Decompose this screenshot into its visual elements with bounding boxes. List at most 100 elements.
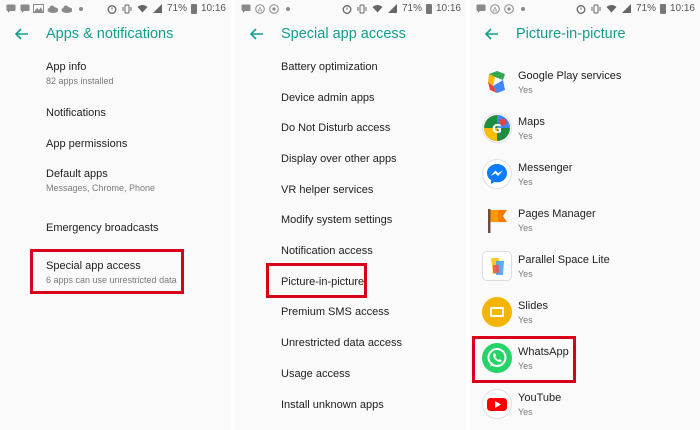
page-title: Special app access — [281, 25, 406, 42]
back-arrow-icon — [15, 27, 28, 40]
access-vr-helper-services[interactable]: VR helper services — [281, 184, 373, 196]
app-item-pages-manager[interactable]: Pages Manager Yes — [482, 201, 692, 239]
app-status: Yes — [518, 406, 533, 417]
app-status: Yes — [518, 268, 533, 279]
more-notifications-icon — [282, 4, 293, 14]
accessibility-icon: A — [254, 3, 265, 14]
access-notification-access[interactable]: Notification access — [281, 245, 373, 257]
setting-title: Notifications — [46, 107, 106, 119]
cloud-icon — [47, 4, 58, 14]
access-usage-access[interactable]: Usage access — [281, 368, 350, 380]
wifi-icon — [606, 4, 617, 14]
messenger-icon — [482, 159, 512, 189]
app-item-messenger[interactable]: Messenger Yes — [482, 155, 692, 193]
wifi-icon — [372, 4, 383, 14]
status-bar: A 71% 10:16 — [470, 0, 700, 17]
app-item-whatsapp[interactable]: WhatsApp Yes — [482, 339, 692, 377]
android-icon — [503, 3, 514, 14]
whatsapp-icon — [482, 343, 512, 373]
app-name: Parallel Space Lite — [518, 253, 610, 266]
setting-subtitle: Messages, Chrome, Phone — [46, 183, 156, 193]
battery-percent: 71% — [401, 3, 422, 14]
app-item-google-play-services[interactable]: Google Play services Yes — [482, 63, 692, 101]
access-picture-in-picture[interactable]: Picture-in-picture — [281, 276, 364, 288]
access-battery-optimization[interactable]: Battery optimization — [281, 61, 378, 73]
access-device-admin-apps[interactable]: Device admin apps — [281, 92, 375, 104]
pages-manager-icon — [482, 205, 512, 235]
svg-text:A: A — [492, 5, 497, 13]
panel-picture-in-picture: A 71% 10:16 Picture-in-picture Google Pl… — [470, 0, 700, 430]
app-status: Yes — [518, 360, 533, 371]
setting-app-info[interactable]: App info 82 apps installed — [46, 61, 114, 86]
wifi-icon — [137, 4, 148, 14]
youtube-icon — [482, 389, 512, 419]
back-button[interactable] — [8, 20, 36, 48]
setting-emergency-broadcasts[interactable]: Emergency broadcasts — [46, 222, 159, 234]
app-item-youtube[interactable]: YouTube Yes — [482, 385, 692, 423]
battery-icon — [659, 3, 666, 14]
app-status: Yes — [518, 84, 533, 95]
setting-title: Special app access — [46, 260, 141, 272]
cloud-icon — [61, 4, 72, 14]
alarm-icon — [576, 4, 587, 14]
android-icon — [268, 3, 279, 14]
app-item-slides[interactable]: Slides Yes — [482, 293, 692, 331]
vibrate-icon — [122, 4, 133, 14]
clock: 10:16 — [435, 3, 461, 14]
app-name: YouTube — [518, 391, 562, 404]
setting-notifications[interactable]: Notifications — [46, 107, 106, 119]
back-button[interactable] — [243, 20, 271, 48]
sms-notification-icon — [19, 4, 30, 14]
setting-title: App info — [46, 61, 87, 73]
access-modify-system-settings[interactable]: Modify system settings — [281, 214, 392, 226]
app-name: Google Play services — [518, 69, 622, 82]
slides-icon — [482, 297, 512, 327]
battery-icon — [425, 3, 432, 14]
setting-subtitle: 6 apps can use unrestricted data — [46, 275, 177, 285]
page-title: Apps & notifications — [46, 25, 174, 42]
setting-special-app-access[interactable]: Special app access 6 apps can use unrest… — [46, 260, 177, 285]
setting-subtitle: 82 apps installed — [46, 76, 114, 86]
signal-icon — [387, 3, 398, 14]
signal-icon — [621, 3, 632, 14]
access-install-unknown-apps[interactable]: Install unknown apps — [281, 399, 384, 411]
app-status: Yes — [518, 130, 533, 141]
access-do-not-disturb[interactable]: Do Not Disturb access — [281, 122, 390, 134]
maps-icon: G — [482, 113, 512, 143]
setting-app-permissions[interactable]: App permissions — [46, 138, 127, 150]
back-button[interactable] — [478, 20, 506, 48]
clock: 10:16 — [200, 3, 226, 14]
access-display-over-other-apps[interactable]: Display over other apps — [281, 153, 397, 165]
battery-percent: 71% — [166, 3, 187, 14]
back-arrow-icon — [485, 27, 498, 40]
app-name: WhatsApp — [518, 345, 569, 358]
vibrate-icon — [591, 4, 602, 14]
parallel-space-icon — [482, 251, 512, 281]
panel-special-app-access: A 71% 10:16 Special app access Battery o… — [235, 0, 466, 430]
more-notifications-icon — [75, 4, 86, 14]
app-bar: Apps & notifications — [0, 17, 231, 50]
app-name: Messenger — [518, 161, 573, 174]
battery-icon — [190, 3, 197, 14]
app-status: Yes — [518, 176, 533, 187]
app-name: Slides — [518, 299, 548, 312]
battery-percent: 71% — [635, 3, 656, 14]
sms-notification-icon — [240, 4, 251, 14]
setting-default-apps[interactable]: Default apps Messages, Chrome, Phone — [46, 168, 155, 193]
svg-text:A: A — [257, 5, 262, 13]
access-unrestricted-data[interactable]: Unrestricted data access — [281, 337, 402, 349]
setting-title: App permissions — [46, 138, 128, 150]
app-name: Pages Manager — [518, 207, 596, 220]
clock: 10:16 — [669, 3, 695, 14]
google-play-services-icon — [482, 67, 512, 97]
sms-notification-icon — [5, 4, 16, 14]
app-status: Yes — [518, 222, 533, 233]
access-premium-sms[interactable]: Premium SMS access — [281, 306, 389, 318]
app-item-maps[interactable]: G Maps Yes — [482, 109, 692, 147]
back-arrow-icon — [250, 27, 263, 40]
panel-apps-notifications: 71% 10:16 Apps & notifications App info … — [0, 0, 231, 430]
alarm-icon — [107, 4, 118, 14]
page-title: Picture-in-picture — [516, 25, 626, 42]
app-item-parallel-space-lite[interactable]: Parallel Space Lite Yes — [482, 247, 692, 285]
app-bar: Special app access — [235, 17, 466, 50]
